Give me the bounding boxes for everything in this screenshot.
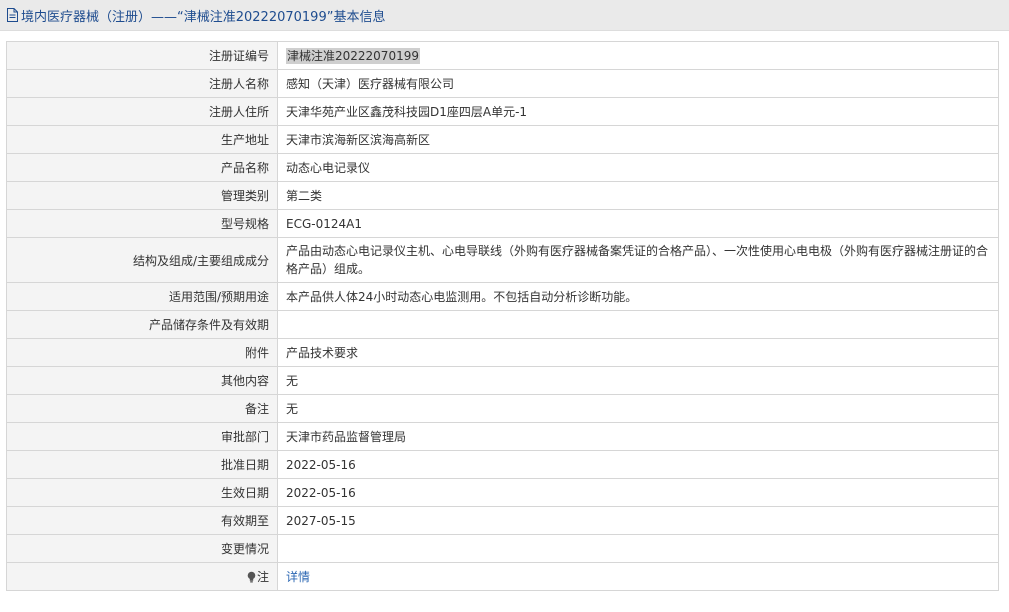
- field-label: 适用范围/预期用途: [6, 282, 278, 311]
- field-label: 管理类别: [6, 181, 278, 210]
- table-row: 附件 产品技术要求: [6, 338, 999, 367]
- table-row: 产品名称 动态心电记录仪: [6, 153, 999, 182]
- table-row: 有效期至 2027-05-15: [6, 506, 999, 535]
- field-value: 2022-05-16: [277, 450, 999, 479]
- field-label: 有效期至: [6, 506, 278, 535]
- table-row: 适用范围/预期用途 本产品供人体24小时动态心电监测用。不包括自动分析诊断功能。: [6, 282, 999, 311]
- table-row: 备注 无: [6, 394, 999, 423]
- field-value: 本产品供人体24小时动态心电监测用。不包括自动分析诊断功能。: [277, 282, 999, 311]
- field-value: 天津市药品监督管理局: [277, 422, 999, 451]
- field-label: 其他内容: [6, 366, 278, 395]
- table-row: 注册人住所 天津华苑产业区鑫茂科技园D1座四层A单元-1: [6, 97, 999, 126]
- field-label: 附件: [6, 338, 278, 367]
- field-label: 备注: [6, 394, 278, 423]
- field-label: 审批部门: [6, 422, 278, 451]
- table-row: 注 详情: [6, 562, 999, 591]
- field-value: 第二类: [277, 181, 999, 210]
- note-label-cell: 注: [6, 562, 278, 591]
- table-row: 结构及组成/主要组成成分 产品由动态心电记录仪主机、心电导联线（外购有医疗器械备…: [6, 237, 999, 283]
- field-label: 生效日期: [6, 478, 278, 507]
- field-label: 注册证编号: [6, 41, 278, 70]
- field-label: 产品名称: [6, 153, 278, 182]
- field-value: 2027-05-15: [277, 506, 999, 535]
- field-value: 动态心电记录仪: [277, 153, 999, 182]
- field-label: 产品储存条件及有效期: [6, 310, 278, 339]
- document-icon: [6, 8, 19, 22]
- details-link[interactable]: 详情: [286, 570, 310, 584]
- table-row: 型号规格 ECG-0124A1: [6, 209, 999, 238]
- table-row: 产品储存条件及有效期: [6, 310, 999, 339]
- field-value: 产品技术要求: [277, 338, 999, 367]
- field-label: 型号规格: [6, 209, 278, 238]
- field-label: 注: [256, 569, 269, 584]
- table-row: 注册人名称 感知（天津）医疗器械有限公司: [6, 69, 999, 98]
- field-value: 无: [277, 366, 999, 395]
- field-value: 感知（天津）医疗器械有限公司: [277, 69, 999, 98]
- field-label: 注册人名称: [6, 69, 278, 98]
- field-value: ECG-0124A1: [277, 209, 999, 238]
- field-label: 注册人住所: [6, 97, 278, 126]
- field-value: 天津华苑产业区鑫茂科技园D1座四层A单元-1: [277, 97, 999, 126]
- field-value: 天津市滨海新区滨海高新区: [277, 125, 999, 154]
- table-row: 其他内容 无: [6, 366, 999, 395]
- field-label: 生产地址: [6, 125, 278, 154]
- page-header: 境内医疗器械（注册）——“津械注准20222070199”基本信息: [0, 0, 1009, 31]
- field-value: [277, 310, 999, 339]
- table-row: 变更情况: [6, 534, 999, 563]
- field-label: 批准日期: [6, 450, 278, 479]
- registration-number-value: 津械注准20222070199: [286, 47, 420, 64]
- table-row: 注册证编号 津械注准20222070199: [6, 41, 999, 70]
- table-row: 生效日期 2022-05-16: [6, 478, 999, 507]
- field-value: 2022-05-16: [277, 478, 999, 507]
- field-value: 产品由动态心电记录仪主机、心电导联线（外购有医疗器械备案凭证的合格产品）、一次性…: [277, 237, 999, 283]
- table-row: 管理类别 第二类: [6, 181, 999, 210]
- field-value: [277, 534, 999, 563]
- table-row: 生产地址 天津市滨海新区滨海高新区: [6, 125, 999, 154]
- lightbulb-icon: [247, 571, 256, 586]
- table-row: 批准日期 2022-05-16: [6, 450, 999, 479]
- page-title: 境内医疗器械（注册）——“津械注准20222070199”基本信息: [21, 9, 386, 25]
- table-row: 审批部门 天津市药品监督管理局: [6, 422, 999, 451]
- info-table: 注册证编号 津械注准20222070199 注册人名称 感知（天津）医疗器械有限…: [6, 41, 999, 591]
- field-label: 结构及组成/主要组成成分: [6, 237, 278, 283]
- field-label: 变更情况: [6, 534, 278, 563]
- field-value: 无: [277, 394, 999, 423]
